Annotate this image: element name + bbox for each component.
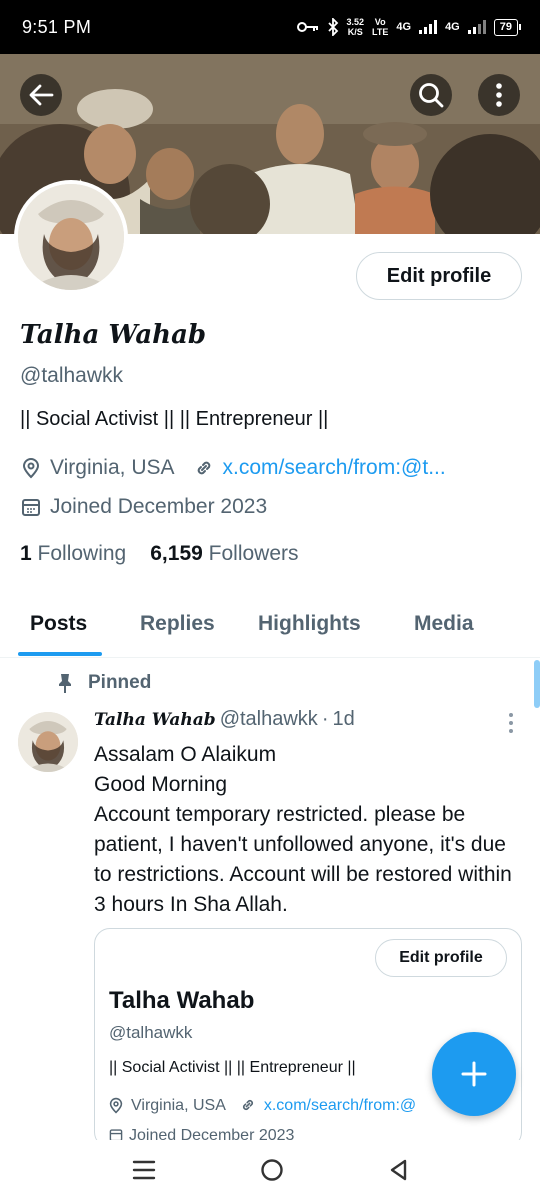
signal-2-icon — [467, 20, 486, 34]
tab-media[interactable]: Media — [414, 596, 474, 636]
more-vertical-icon — [509, 713, 513, 733]
followers-stat[interactable]: 6,159 Followers — [150, 542, 298, 566]
status-time: 9:51 PM — [22, 16, 92, 37]
post-author-name[interactable]: Talha Wahab — [94, 710, 216, 730]
post-author-handle[interactable]: @talhawkk — [220, 708, 318, 731]
net1-label: 4G — [396, 21, 412, 33]
post-line: Assalam O Alaikum — [94, 743, 277, 766]
profile-avatar[interactable] — [14, 180, 128, 294]
signal-1-icon — [419, 20, 438, 34]
avatar — [18, 184, 124, 290]
following-stat[interactable]: 1 Following — [20, 542, 126, 566]
post-avatar-image — [18, 712, 78, 772]
card-name: Talha Wahab — [109, 987, 255, 1014]
profile-link[interactable]: x.com/search/from:@t... — [223, 456, 446, 480]
post-more-button[interactable] — [508, 712, 516, 739]
post-separator: · — [321, 708, 329, 730]
followers-label: Followers — [208, 542, 299, 565]
battery-icon: 79 — [493, 18, 522, 36]
status-bar: 9:51 PM 3.52 K/S Vo LTE 4G 4G 79 — [0, 0, 540, 54]
profile-location: Virginia, USA — [50, 456, 175, 479]
profile-tabs: Posts Replies Highlights Media — [0, 596, 540, 658]
active-tab-indicator — [18, 652, 102, 656]
profile-handle: @talhawkk — [20, 364, 124, 387]
arrow-left-icon — [29, 84, 54, 106]
volte-indicator: Vo LTE — [372, 17, 389, 37]
tab-posts[interactable]: Posts — [30, 596, 87, 636]
follow-stats: 1 Following 6,159 Followers — [20, 542, 299, 566]
pinned-label-row: Pinned — [56, 672, 151, 694]
profile-joined: Joined December 2023 — [50, 495, 268, 518]
card-meta-row: Virginia, USA x.com/search/from:@ — [109, 1097, 416, 1115]
location-pin-icon — [109, 1097, 123, 1114]
post-line: Good Morning — [94, 773, 228, 796]
back-nav-icon[interactable] — [388, 1158, 408, 1182]
profile-display-name: Talha Wahab — [20, 320, 207, 350]
joined-row: Joined December 2023 — [20, 495, 267, 519]
back-button[interactable] — [20, 74, 62, 116]
more-options-button[interactable] — [478, 74, 520, 116]
more-vertical-icon — [496, 83, 502, 107]
scrollbar[interactable] — [534, 660, 540, 708]
card-bio: || Social Activist || || Entrepreneur || — [109, 1059, 356, 1076]
net2-label: 4G — [445, 21, 460, 33]
link-icon — [193, 457, 215, 479]
post-time: 1d — [332, 708, 355, 730]
plus-icon — [461, 1061, 487, 1087]
card-handle: @talhawkk — [109, 1023, 193, 1042]
location-row: Virginia, USA x.com/search/from:@t... — [20, 456, 446, 480]
card-edit-profile-button: Edit profile — [375, 939, 507, 977]
following-count: 1 — [20, 542, 32, 565]
pin-icon — [59, 674, 71, 693]
card-location: Virginia, USA — [131, 1097, 226, 1114]
post-text: Assalam O Alaikum Good Morning Account t… — [94, 740, 524, 920]
key-icon — [296, 22, 318, 32]
post-header: Talha Wahab @talhawkk · 1d — [94, 708, 355, 731]
system-nav-bar — [0, 1140, 540, 1200]
pinned-label: Pinned — [88, 672, 152, 693]
avatar-image — [18, 184, 124, 290]
calendar-icon — [20, 496, 42, 518]
status-icons: 3.52 K/S Vo LTE 4G 4G 79 — [296, 17, 522, 37]
location-pin-icon — [20, 457, 42, 479]
tab-replies[interactable]: Replies — [140, 596, 215, 636]
followers-count: 6,159 — [150, 542, 203, 565]
following-label: Following — [37, 542, 127, 565]
home-icon[interactable] — [260, 1158, 284, 1182]
post-avatar[interactable] — [18, 712, 78, 772]
profile-bio: || Social Activist || || Entrepreneur || — [20, 408, 329, 430]
post-line: Account temporary restricted. please be … — [94, 803, 512, 916]
compose-button[interactable] — [432, 1032, 516, 1116]
link-icon — [242, 1099, 253, 1111]
bluetooth-icon — [327, 18, 338, 36]
search-button[interactable] — [410, 74, 452, 116]
search-icon — [419, 83, 444, 108]
tab-highlights[interactable]: Highlights — [258, 596, 361, 636]
edit-profile-button[interactable]: Edit profile — [356, 252, 522, 300]
recent-apps-icon[interactable] — [132, 1159, 156, 1181]
card-link: x.com/search/from:@ — [263, 1097, 417, 1114]
net-speed: 3.52 K/S — [346, 17, 365, 37]
